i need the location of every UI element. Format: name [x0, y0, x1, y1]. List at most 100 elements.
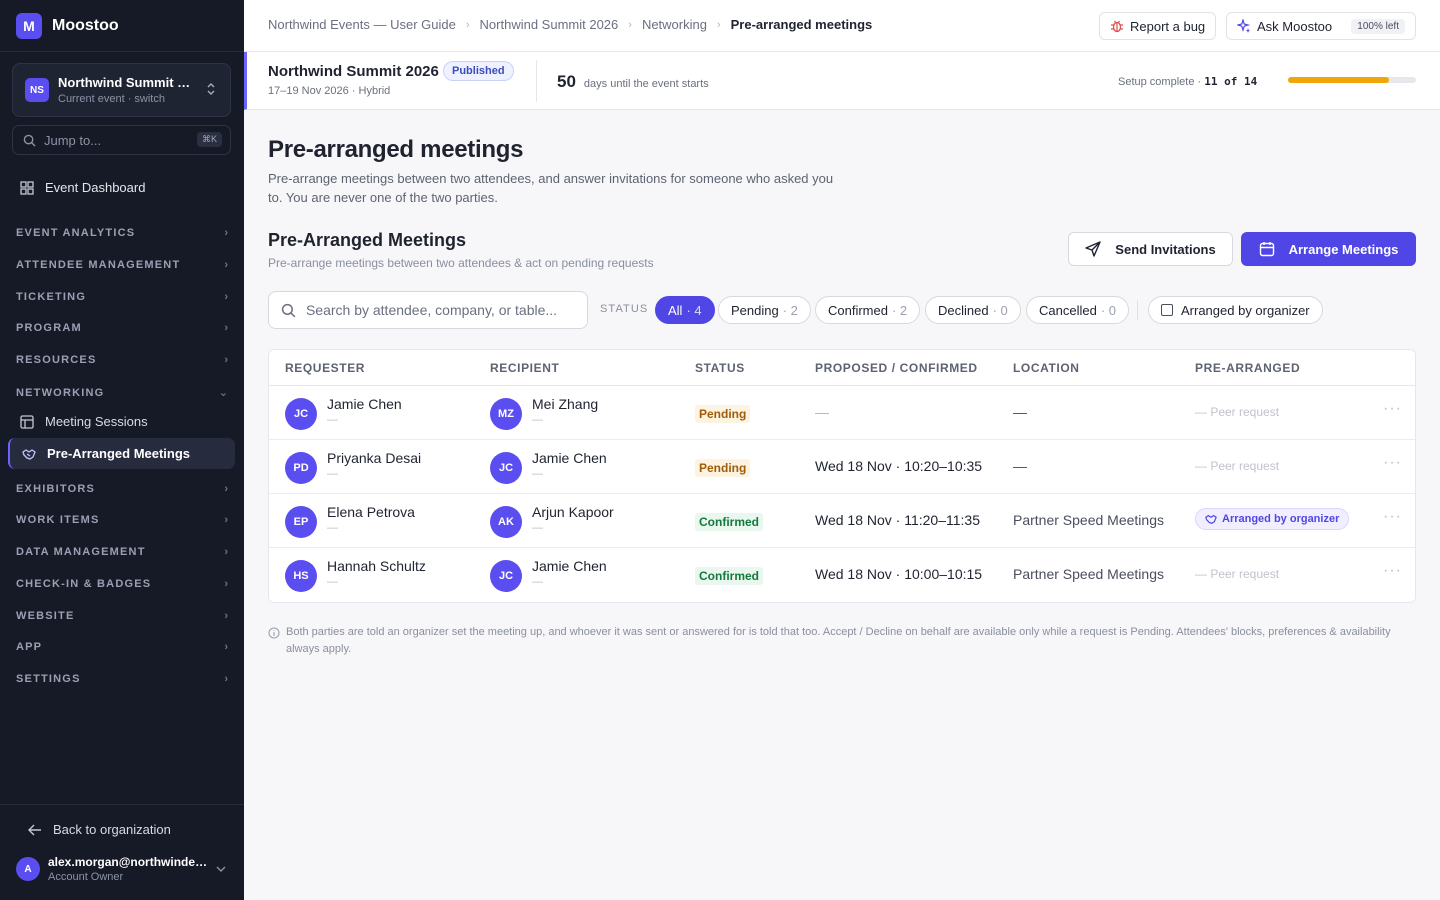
chevron-right-icon: › — [224, 322, 228, 334]
brand[interactable]: M Moostoo — [0, 0, 244, 52]
back-label: Back to organization — [53, 822, 171, 837]
report-bug-button[interactable]: Report a bug — [1099, 12, 1217, 40]
requester-name[interactable]: Priyanka Desai — [327, 450, 421, 466]
chevron-right-icon: › — [224, 578, 228, 590]
avatar: JC — [285, 398, 317, 430]
recipient-company: — — [532, 522, 543, 534]
recipient-name[interactable]: Jamie Chen — [532, 450, 607, 466]
column-header[interactable]: LOCATION — [1013, 361, 1080, 375]
sidebar-section-program[interactable]: PROGRAM › — [16, 322, 228, 334]
info-note-text: Both parties are told an organizer set t… — [286, 626, 1391, 655]
proposed-time: Wed 18 Nov · 10:20–10:35 — [815, 458, 983, 474]
column-header[interactable]: PROPOSED / CONFIRMED — [815, 361, 978, 375]
chevron-right-icon: › — [224, 354, 228, 366]
requester-name[interactable]: Jamie Chen — [327, 396, 402, 412]
filter-chip-pending[interactable]: Pending · 2 — [718, 296, 811, 324]
sidebar-section-ticketing[interactable]: TICKETING › — [16, 291, 228, 303]
row-actions-icon[interactable]: ··· — [1383, 400, 1402, 418]
sidebar-item-event-dashboard[interactable]: Event Dashboard — [20, 180, 145, 195]
setup-progress-text: Setup complete · 11 of 14 — [1118, 75, 1257, 88]
back-to-organization-link[interactable]: Back to organization — [28, 822, 171, 837]
sidebar-section-event-analytics[interactable]: EVENT ANALYTICS › — [16, 227, 228, 239]
arranged-by-organizer-toggle[interactable]: Arranged by organizer — [1148, 296, 1323, 324]
table-icon — [20, 414, 34, 429]
sidebar-section-exhibitors[interactable]: EXHIBITORS › — [16, 483, 228, 495]
checkbox[interactable] — [1161, 304, 1173, 316]
ask-moostoo-button[interactable]: Ask Moostoo 100% left — [1226, 12, 1416, 40]
requester-cell: PD Priyanka Desai — — [285, 450, 421, 484]
row-actions-icon[interactable]: ··· — [1383, 454, 1402, 472]
chip-count: · 4 — [686, 302, 702, 318]
sidebar-section-settings[interactable]: SETTINGS › — [16, 673, 228, 685]
chevron-down-icon: ⌄ — [218, 387, 228, 399]
filter-chip-all[interactable]: All · 4 — [655, 296, 715, 324]
grid-icon — [20, 180, 34, 195]
sidebar: M Moostoo NS Northwind Summit 2026 Curre… — [0, 0, 244, 900]
account-menu[interactable]: A alex.morgan@northwindevents.com Accoun… — [16, 855, 230, 883]
chip-label: All — [668, 302, 683, 318]
chevron-right-icon: › — [224, 483, 228, 495]
setup-count: 11 of 14 — [1204, 75, 1258, 88]
chevron-down-icon — [216, 861, 226, 876]
recipient-cell: MZ Mei Zhang — — [490, 396, 598, 430]
section-label: RESOURCES — [16, 354, 97, 366]
requester-name[interactable]: Elena Petrova — [327, 504, 415, 520]
breadcrumb-item[interactable]: Northwind Events — User Guide — [268, 17, 456, 32]
sidebar-item-meeting-sessions[interactable]: Meeting Sessions — [20, 414, 148, 429]
sidebar-section-work-items[interactable]: WORK ITEMS › — [16, 514, 228, 526]
requester-cell: EP Elena Petrova — — [285, 504, 415, 538]
attendee-search[interactable] — [268, 291, 588, 329]
column-header[interactable]: RECIPIENT — [490, 361, 559, 375]
recipient-cell: JC Jamie Chen — — [490, 450, 607, 484]
recipient-company: — — [532, 468, 543, 480]
status-badge: Pending — [695, 405, 751, 423]
recipient-name[interactable]: Mei Zhang — [532, 396, 598, 412]
page-title: Pre-arranged meetings — [268, 136, 524, 163]
sidebar-section-resources[interactable]: RESOURCES › — [16, 354, 228, 366]
sidebar-section-attendee-management[interactable]: ATTENDEE MANAGEMENT › — [16, 259, 228, 271]
sidebar-section-app[interactable]: APP › — [16, 641, 228, 653]
sidebar-section-networking[interactable]: NETWORKING ⌄ — [16, 386, 228, 400]
table-row[interactable]: EP Elena Petrova — AK Arjun Kapoor — Confi… — [269, 494, 1415, 548]
section-label: APP — [16, 641, 43, 653]
sidebar-item-pre-arranged-meetings[interactable]: Pre-Arranged Meetings — [8, 438, 235, 469]
column-header[interactable]: STATUS — [695, 361, 745, 375]
jump-to-search[interactable]: Jump to... ⌘K — [12, 125, 231, 155]
section-label: WORK ITEMS — [16, 514, 100, 526]
jump-shortcut: ⌘K — [196, 132, 222, 147]
divider — [536, 60, 537, 102]
requester-name[interactable]: Hannah Schultz — [327, 558, 426, 574]
search-input[interactable] — [305, 302, 575, 318]
arrange-meetings-button[interactable]: Arrange Meetings — [1241, 232, 1416, 266]
filter-chip-declined[interactable]: Declined · 0 — [925, 296, 1021, 324]
sidebar-section-website[interactable]: WEBSITE › — [16, 610, 228, 622]
recipient-name[interactable]: Arjun Kapoor — [532, 504, 614, 520]
breadcrumb-item[interactable]: Northwind Summit 2026 — [480, 17, 619, 32]
main-content: Pre-arranged meetings Pre-arrange meetin… — [244, 110, 1440, 900]
avatar: AK — [490, 506, 522, 538]
table-row[interactable]: JC Jamie Chen — MZ Mei Zhang — Pending — —… — [269, 386, 1415, 440]
chevron-right-icon: › — [224, 291, 228, 303]
column-header[interactable]: REQUESTER — [285, 361, 365, 375]
location: — — [1013, 404, 1027, 420]
row-actions-icon[interactable]: ··· — [1383, 508, 1402, 526]
section-label: NETWORKING — [16, 386, 105, 399]
row-actions-icon[interactable]: ··· — [1383, 562, 1402, 580]
avatar: JC — [490, 452, 522, 484]
column-header[interactable]: PRE-ARRANGED — [1195, 361, 1300, 375]
event-switcher[interactable]: NS Northwind Summit 2026 Current event ·… — [12, 63, 231, 117]
requester-company: — — [327, 576, 338, 588]
breadcrumb-item[interactable]: Networking — [642, 17, 707, 32]
chevron-right-icon: › — [224, 610, 228, 622]
table-row[interactable]: PD Priyanka Desai — JC Jamie Chen — Pendin… — [269, 440, 1415, 494]
filter-chip-confirmed[interactable]: Confirmed · 2 — [815, 296, 921, 324]
sidebar-section-check-in-badges[interactable]: CHECK-IN & BADGES › — [16, 578, 228, 590]
send-invitations-button[interactable]: Send Invitations — [1068, 232, 1233, 266]
chevron-right-icon: › — [716, 18, 721, 31]
recipient-company: — — [532, 576, 543, 588]
filter-chip-cancelled[interactable]: Cancelled · 0 — [1026, 296, 1129, 324]
sidebar-section-data-management[interactable]: DATA MANAGEMENT › — [16, 546, 228, 558]
proposed-time: — — [815, 404, 829, 420]
recipient-name[interactable]: Jamie Chen — [532, 558, 607, 574]
table-row[interactable]: HS Hannah Schultz — JC Jamie Chen — Confir… — [269, 548, 1415, 602]
